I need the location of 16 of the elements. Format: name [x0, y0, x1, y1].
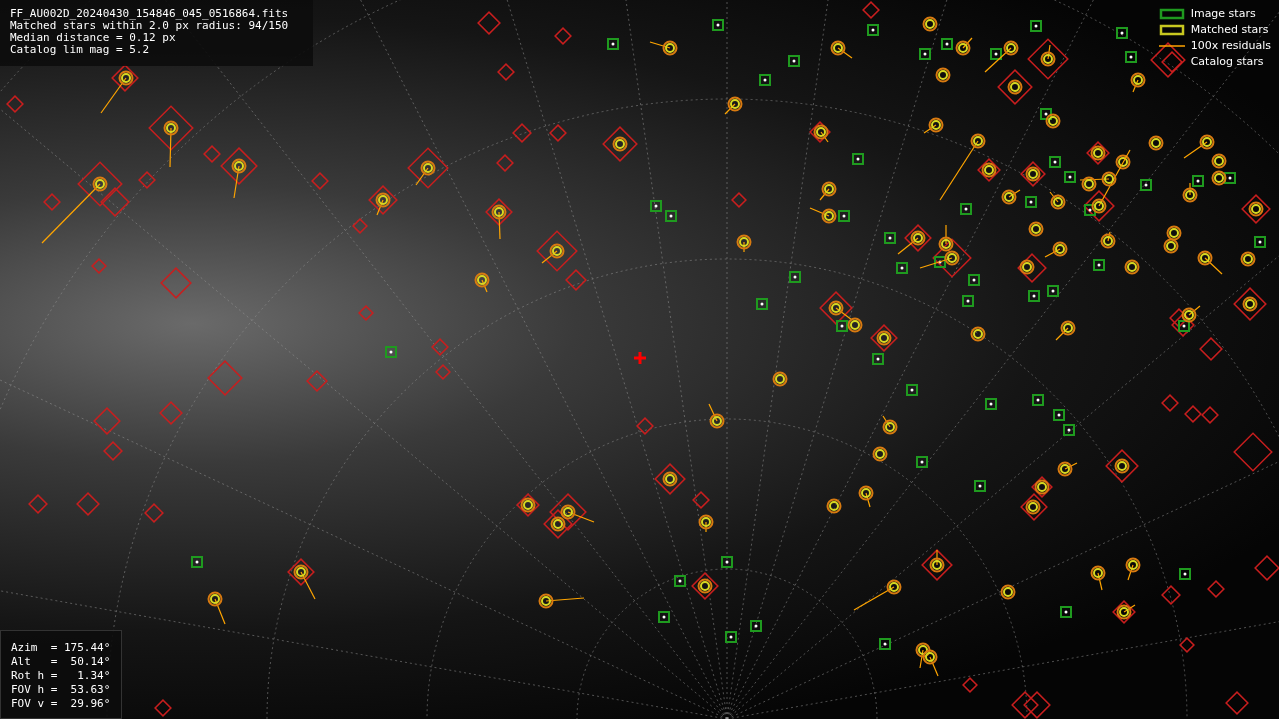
pointing-text: FOV h = 53.63° — [11, 683, 112, 697]
pointing-text: Azim = 175.44° — [11, 641, 112, 655]
info-text: FF_AU002D_20240430_154846_045_0516864.fits — [10, 8, 290, 20]
pointing-text: FOV v = 29.96° — [11, 697, 112, 711]
info-text: Catalog lim mag = 5.2 — [10, 44, 151, 56]
legend-label: Catalog stars — [1190, 55, 1264, 69]
legend-label: 100x residuals — [1190, 39, 1271, 53]
info-text: Median distance = 0.12 px — [10, 32, 177, 44]
square-marker-icon — [1158, 24, 1185, 36]
legend-label: Matched stars — [1190, 23, 1269, 37]
pointing-text: Rot h = 1.34° — [11, 669, 112, 683]
pointing-text: Alt = 50.14° — [11, 655, 112, 669]
line-marker-icon — [1158, 44, 1185, 48]
legend-label: Image stars — [1190, 7, 1256, 21]
info-text: Matched stars within 2.0 px radius: 94/150 — [10, 20, 290, 32]
square-marker-icon — [1158, 8, 1185, 20]
